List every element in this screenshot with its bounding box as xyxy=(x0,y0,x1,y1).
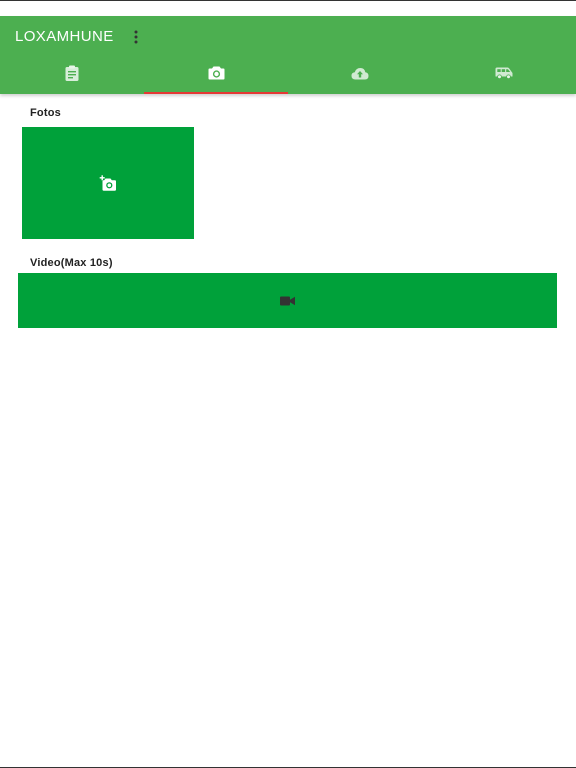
photos-section-label: Fotos xyxy=(30,107,61,119)
cloud-upload-icon xyxy=(351,67,369,79)
add-photo-icon xyxy=(99,175,116,191)
tab-photos[interactable] xyxy=(144,52,288,94)
app-title: LOXAMHUNE xyxy=(15,28,114,45)
videocam-icon xyxy=(280,296,295,305)
record-video-button[interactable] xyxy=(18,273,557,328)
tab-vehicle[interactable] xyxy=(432,52,576,94)
add-photo-button[interactable] xyxy=(22,127,194,239)
app-toolbar: LOXAMHUNE xyxy=(0,16,576,94)
tab-bar xyxy=(0,52,576,94)
clipboard-icon xyxy=(65,65,79,81)
van-icon xyxy=(495,67,513,79)
status-bar xyxy=(0,1,576,16)
overflow-menu-button[interactable] xyxy=(126,26,146,48)
camera-icon xyxy=(208,66,224,80)
tab-checklist[interactable] xyxy=(0,52,144,94)
more-vert-icon xyxy=(134,30,138,44)
tab-upload[interactable] xyxy=(288,52,432,94)
video-section-label: Video(Max 10s) xyxy=(30,257,113,269)
